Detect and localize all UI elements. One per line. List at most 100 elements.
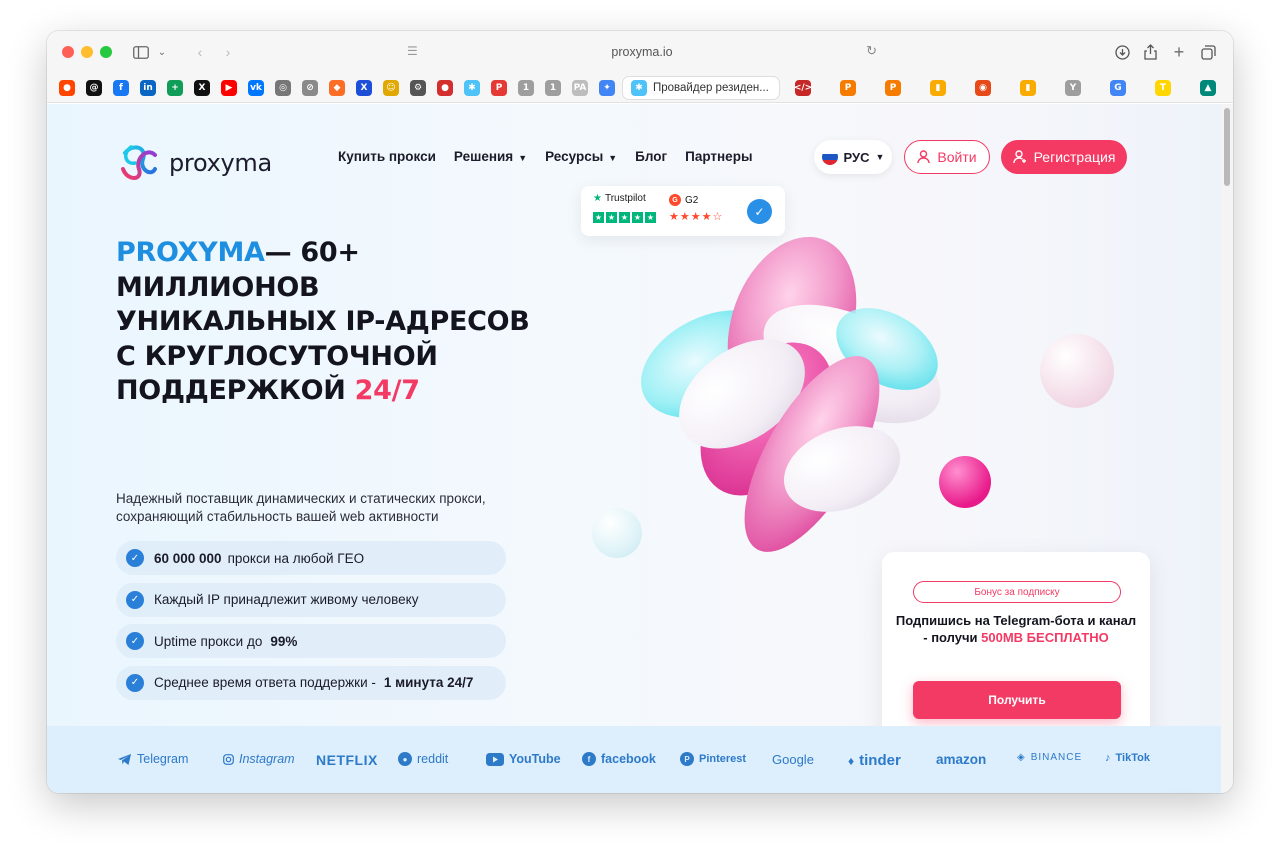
g2-stars: ★★★★☆ (669, 211, 724, 223)
login-button[interactable]: Войти (904, 140, 990, 174)
trustpilot-label: ★ Trustpilot (593, 193, 646, 204)
address-bar[interactable]: ☰ proxyma.io ↻ (397, 39, 887, 65)
analytics-alt-icon[interactable]: ▮ (1020, 80, 1036, 96)
feature-item: ✓ 60 000 000 прокси на любой ГЕО (116, 541, 506, 575)
nav-item-buy-proxy[interactable]: Купить прокси (338, 149, 436, 164)
analytics-icon[interactable]: ▮ (930, 80, 946, 96)
feature-item: ✓ Каждый IP принадлежит живому человеку (116, 582, 506, 617)
nav-item-blog[interactable]: Блог (635, 149, 667, 164)
feature-text: прокси на любой ГЕО (227, 550, 365, 566)
sticker-icon[interactable]: ☺ (383, 80, 399, 96)
gemini-icon[interactable]: ✦ (599, 80, 615, 96)
nav-label: Ресурсы (545, 149, 604, 164)
chevron-down-icon: ▼ (608, 153, 618, 163)
brand-label: amazon (936, 752, 987, 767)
hero-title-accent: 24/7 (354, 375, 420, 406)
gitlab-icon[interactable]: ◆ (329, 80, 345, 96)
globe-icon[interactable]: ◎ (275, 80, 291, 96)
x-icon[interactable]: X (194, 80, 210, 96)
language-label: РУС (843, 149, 870, 165)
download-icon[interactable] (1113, 41, 1131, 63)
threads-icon[interactable]: @ (86, 80, 102, 96)
back-button[interactable]: ‹ (192, 41, 208, 63)
compass-icon[interactable]: ⊘ (302, 80, 318, 96)
linkedin-icon[interactable]: in (140, 80, 156, 96)
gear-icon[interactable]: ⚙ (410, 80, 426, 96)
feature-text: Среднее время ответа поддержки - (154, 675, 376, 690)
check-badge-icon: ✓ (126, 632, 144, 650)
get-bonus-button[interactable]: Получить (913, 681, 1121, 719)
nav-item-partners[interactable]: Партнеры (685, 149, 752, 164)
share-icon[interactable] (1141, 41, 1159, 63)
bookmark-tab[interactable]: ✱ Провайдер резиден... (622, 76, 780, 100)
x-blue-icon[interactable]: X (356, 80, 372, 96)
bookmarks-bar: ✱ Провайдер резиден... ● @ f in + X ▶ vk ◎ ⊘ ◆ X ☺ ⚙ ●… (47, 73, 1233, 103)
brand-tinder: ♦ tinder (848, 752, 901, 769)
y-icon[interactable]: Y (1065, 80, 1081, 96)
zoom-window-button[interactable] (100, 46, 112, 58)
brand-label: tinder (859, 752, 901, 769)
promo-tag: Бонус за подписку (913, 581, 1121, 603)
close-window-button[interactable] (62, 46, 74, 58)
proxyma-favicon-icon: ✱ (631, 80, 647, 96)
brand-pinterest: P Pinterest (680, 752, 746, 766)
feature-item: ✓ Uptime прокси до 99% (116, 624, 506, 658)
g2-label: G G2 (669, 194, 698, 206)
one-alt-icon[interactable]: 1 (545, 80, 561, 96)
reload-icon[interactable]: ↻ (866, 43, 877, 59)
feature-list: ✓ 60 000 000 прокси на любой ГЕО ✓ Кажды… (116, 541, 506, 707)
pin-icon[interactable]: ● (437, 80, 453, 96)
hero-title: PROXYMA— 60+ МИЛЛИОНОВ УНИКАЛЬНЫХ IP-АДР… (116, 236, 546, 409)
nav-item-solutions[interactable]: Решения ▼ (454, 149, 527, 164)
forward-button[interactable]: › (220, 41, 236, 63)
nav-label: Партнеры (685, 149, 753, 164)
minimize-window-button[interactable] (81, 46, 93, 58)
brand-label: NETFLIX (316, 752, 378, 768)
proxyma-logo[interactable]: proxyma (117, 141, 272, 185)
code-icon[interactable]: </> (794, 80, 812, 96)
ratings-badge[interactable]: ★ Trustpilot ★ ★ ★ ★ ★ G G2 ★★★★☆ ✓ (581, 186, 785, 236)
new-tab-icon[interactable]: + (1170, 41, 1188, 63)
main-nav: Купить прокси Решения ▼ Ресурсы ▼ Блог Пар… (338, 149, 752, 164)
chevron-down-icon: ▼ (875, 152, 885, 162)
brand-instagram: Instagram (223, 752, 295, 766)
brand-amazon: amazon (936, 752, 986, 767)
language-selector[interactable]: РУС ▼ (814, 140, 892, 174)
p-orange-alt-icon[interactable]: P (885, 80, 901, 96)
one-icon[interactable]: 1 (518, 80, 534, 96)
brand-label: BINANCE (1030, 752, 1083, 763)
sheets-icon[interactable]: + (167, 80, 183, 96)
google-icon[interactable]: G (1110, 80, 1126, 96)
browser-window: ⌄ ‹ › ☰ proxyma.io ↻ + ✱ Провайдер резид… (47, 31, 1233, 793)
reddit-icon[interactable]: ● (59, 80, 75, 96)
p-orange-icon[interactable]: P (840, 80, 856, 96)
check-badge-icon: ✓ (126, 590, 144, 609)
promo-card: Бонус за подписку Подпишись на Telegram-… (882, 552, 1150, 748)
check-badge-icon: ✓ (126, 673, 144, 692)
dot-red-icon[interactable]: ◉ (975, 80, 991, 96)
brand-label: facebook (601, 752, 656, 766)
vk-icon[interactable]: vk (248, 80, 264, 96)
proxyma-icon[interactable]: ✱ (464, 80, 480, 96)
scrollbar-thumb[interactable] (1224, 108, 1230, 186)
chevron-down-icon[interactable]: ⌄ (155, 41, 169, 63)
facebook-icon[interactable]: f (113, 80, 129, 96)
logo-text: proxyma (169, 149, 272, 177)
pa-icon[interactable]: PA (572, 80, 588, 96)
p-icon[interactable]: P (491, 80, 507, 96)
youtube-icon[interactable]: ▶ (221, 80, 237, 96)
brand-binance: ◈ BINANCE (1017, 752, 1082, 763)
page-scrollbar[interactable] (1221, 104, 1233, 793)
brand-google: Google (772, 752, 814, 767)
trustpilot-text: Trustpilot (604, 193, 646, 204)
brand-label: TikTok (1115, 752, 1150, 764)
sidebar-toggle-icon[interactable] (131, 41, 151, 63)
nav-item-resources[interactable]: Ресурсы ▼ (545, 149, 617, 164)
chart-icon[interactable]: ▲ (1200, 80, 1216, 96)
feature-bold: 1 минута 24/7 (383, 675, 474, 690)
nav-label: Решения (453, 149, 514, 164)
tab-overview-icon[interactable] (1199, 41, 1217, 63)
t-icon[interactable]: T (1155, 80, 1171, 96)
nav-label: Купить прокси (338, 149, 436, 164)
register-button[interactable]: Регистрация (1001, 140, 1127, 174)
